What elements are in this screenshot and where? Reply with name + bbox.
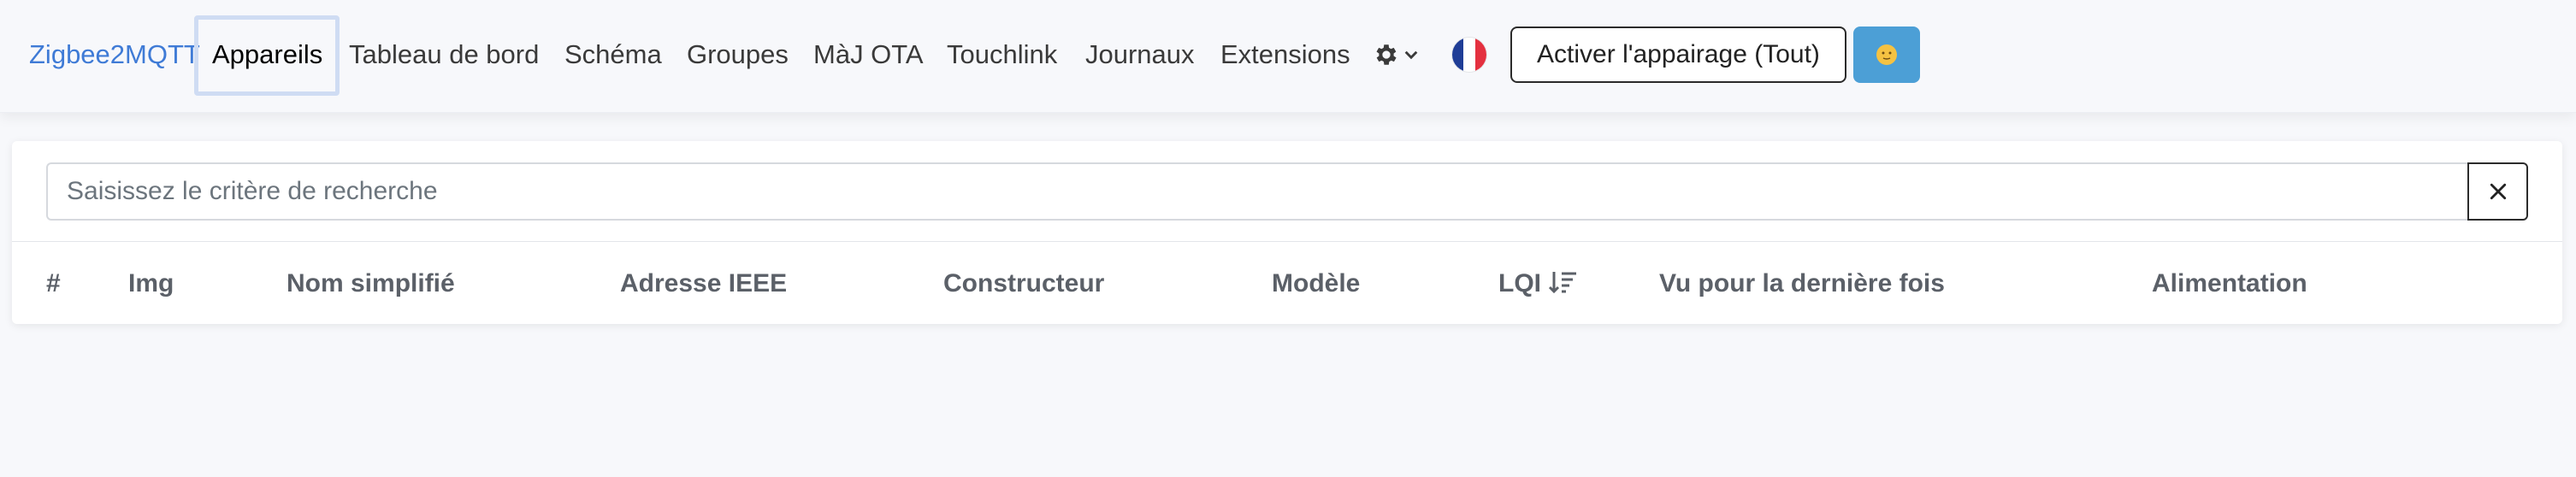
column-header-image[interactable]: Img — [128, 269, 174, 298]
gear-icon — [1376, 44, 1397, 65]
column-header-lqi[interactable]: LQI — [1498, 269, 1579, 298]
column-header-manufacturer[interactable]: Constructeur — [943, 269, 1104, 298]
clear-search-button[interactable] — [2467, 162, 2528, 221]
french-flag-icon[interactable] — [1452, 38, 1486, 72]
close-icon — [2490, 183, 2506, 200]
nav-item-devices[interactable]: Appareils — [212, 38, 322, 72]
nav-item-extensions[interactable]: Extensions — [1220, 38, 1350, 72]
column-header-ieee-address[interactable]: Adresse IEEE — [620, 269, 787, 298]
top-navbar: Zigbee2MQTT Appareils Tableau de bord Sc… — [0, 0, 2576, 113]
permit-join-button[interactable]: Activer l'appairage (Tout) — [1510, 26, 1846, 83]
divider — [12, 241, 2562, 242]
settings-dropdown[interactable] — [1373, 38, 1424, 72]
column-header-model[interactable]: Modèle — [1272, 269, 1360, 298]
devices-card: # Img Nom simplifié Adresse IEEE Constru… — [12, 141, 2562, 324]
moon-face-icon — [1876, 44, 1897, 65]
column-header-friendly-name[interactable]: Nom simplifié — [287, 269, 455, 298]
brand-link[interactable]: Zigbee2MQTT — [29, 38, 200, 72]
nav-item-map[interactable]: Schéma — [564, 38, 662, 72]
nav-item-ota[interactable]: MàJ OTA — [813, 38, 924, 72]
theme-toggle-button[interactable] — [1853, 26, 1920, 83]
nav-item-logs[interactable]: Journaux — [1085, 38, 1195, 72]
column-header-power-source[interactable]: Alimentation — [2152, 269, 2307, 298]
chevron-down-icon — [1404, 50, 1418, 60]
sort-descending-icon — [1548, 272, 1576, 294]
column-header-last-seen[interactable]: Vu pour la dernière fois — [1659, 269, 1945, 298]
nav-item-touchlink[interactable]: Touchlink — [947, 38, 1057, 72]
column-header-lqi-label: LQI — [1498, 269, 1541, 297]
nav-item-groups[interactable]: Groupes — [687, 38, 789, 72]
search-input[interactable] — [46, 162, 2492, 221]
nav-item-dashboard[interactable]: Tableau de bord — [349, 38, 539, 72]
column-header-index[interactable]: # — [46, 269, 61, 298]
